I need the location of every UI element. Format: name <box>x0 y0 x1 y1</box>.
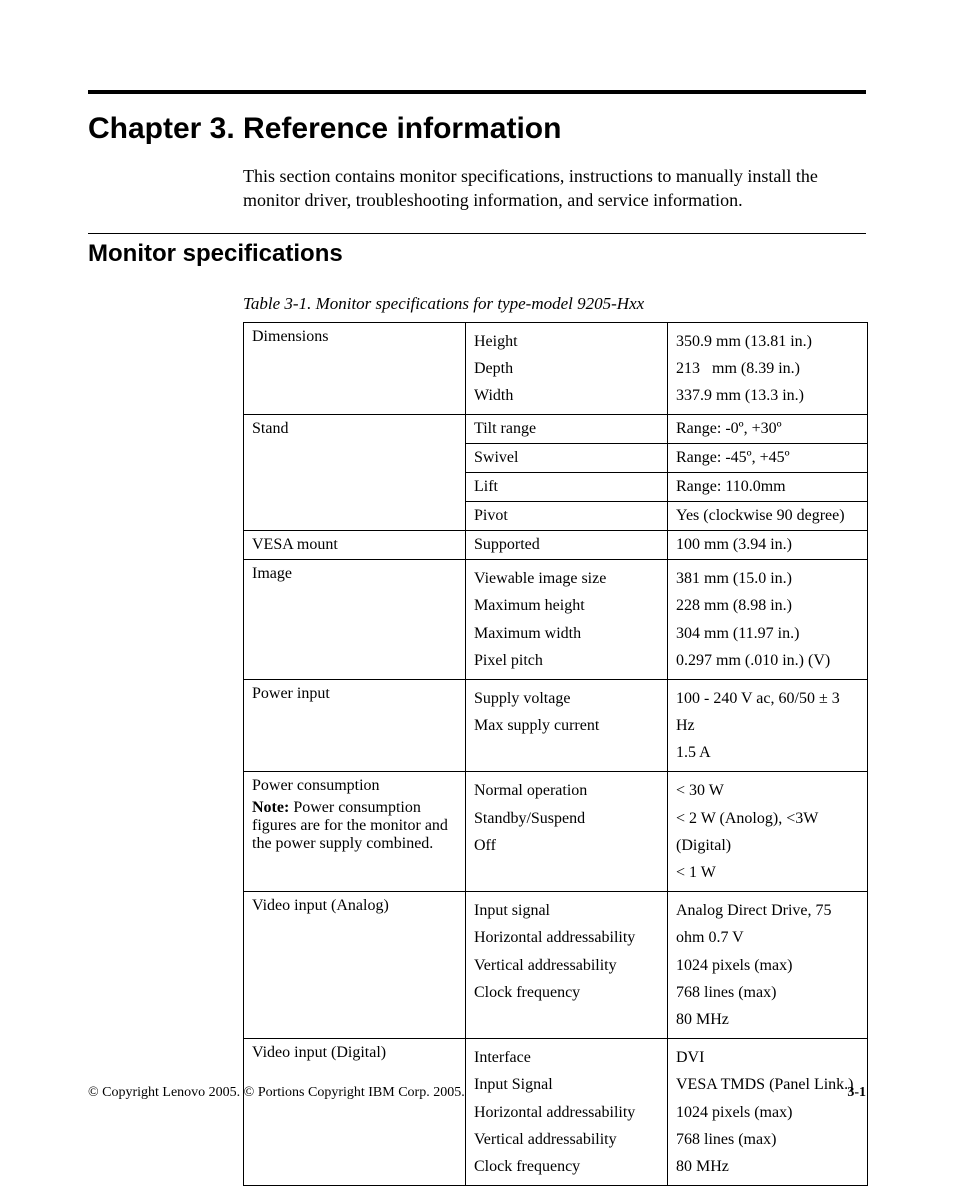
spec-prop-line: Clock frequency <box>474 1153 659 1180</box>
specifications-table: Dimensions Height Depth Width 350.9 mm (… <box>243 322 868 1186</box>
spec-prop-line: Horizontal addressability <box>474 924 659 951</box>
spec-value: 100 - 240 V ac, 60/50 ± 3 Hz 1.5 A <box>668 679 868 772</box>
spec-val-line: DVI <box>676 1044 859 1071</box>
spec-val-line: 304 mm (11.97 in.) <box>676 620 859 647</box>
spec-val-line: 80 MHz <box>676 1153 859 1180</box>
spec-prop-line: Horizontal addressability <box>474 1099 659 1126</box>
spec-val-line: 768 lines (max) <box>676 979 859 1006</box>
section-rule <box>88 233 866 234</box>
top-rule <box>88 90 866 94</box>
spec-prop-line: Max supply current <box>474 712 659 739</box>
table-row: Video input (Digital) Interface Input Si… <box>244 1039 868 1186</box>
spec-value: Yes (clockwise 90 degree) <box>668 502 868 531</box>
spec-value: 381 mm (15.0 in.) 228 mm (8.98 in.) 304 … <box>668 560 868 680</box>
spec-prop-line: Supply voltage <box>474 685 659 712</box>
spec-val-line: 0.297 mm (.010 in.) (V) <box>676 647 859 674</box>
spec-prop-line: Standby/Suspend <box>474 805 659 832</box>
spec-category: Video input (Digital) <box>244 1039 466 1186</box>
spec-val-line: 1024 pixels (max) <box>676 952 859 979</box>
spec-val-line: 100 - 240 V ac, 60/50 ± 3 Hz <box>676 685 859 739</box>
spec-prop-line: Viewable image size <box>474 565 659 592</box>
spec-val-line: 381 mm (15.0 in.) <box>676 565 859 592</box>
table-row: Stand Tilt range Range: -0º, +30º <box>244 415 868 444</box>
spec-val-line: < 1 W <box>676 859 859 886</box>
spec-value: Range: -45º, +45º <box>668 444 868 473</box>
spec-property: Interface Input Signal Horizontal addres… <box>466 1039 668 1186</box>
page-number: 3-1 <box>847 1085 866 1101</box>
section-title: Monitor specifications <box>88 240 866 268</box>
spec-value: Range: -0º, +30º <box>668 415 868 444</box>
table-row: Image Viewable image size Maximum height… <box>244 560 868 680</box>
spec-property: Tilt range <box>466 415 668 444</box>
spec-val-line: 213 mm (8.39 in.) <box>676 355 859 382</box>
spec-prop-line: Pixel pitch <box>474 647 659 674</box>
spec-val-line: 80 MHz <box>676 1006 859 1033</box>
spec-property: Supported <box>466 531 668 560</box>
document-page: Chapter 3. Reference information This se… <box>0 0 954 1135</box>
spec-prop-line: Vertical addressability <box>474 1126 659 1153</box>
spec-prop-line: Maximum height <box>474 592 659 619</box>
spec-property: Pivot <box>466 502 668 531</box>
spec-value: DVI VESA TMDS (Panel Link.) 1024 pixels … <box>668 1039 868 1186</box>
note-label: Note: <box>252 799 289 816</box>
spec-value: Range: 110.0mm <box>668 473 868 502</box>
table-row: Video input (Analog) Input signal Horizo… <box>244 892 868 1039</box>
spec-prop-line: Off <box>474 832 659 859</box>
spec-category: VESA mount <box>244 531 466 560</box>
spec-val-line: 228 mm (8.98 in.) <box>676 592 859 619</box>
spec-prop-line: Normal operation <box>474 777 659 804</box>
spec-val-line: Analog Direct Drive, 75 ohm 0.7 V <box>676 897 859 951</box>
spec-value: 350.9 mm (13.81 in.) 213 mm (8.39 in.) 3… <box>668 322 868 415</box>
spec-prop-line: Width <box>474 382 659 409</box>
table-row: Power input Supply voltage Max supply cu… <box>244 679 868 772</box>
spec-prop-line: Input signal <box>474 897 659 924</box>
spec-prop-line: Interface <box>474 1044 659 1071</box>
spec-value: < 30 W < 2 W (Anolog), <3W (Digital) < 1… <box>668 772 868 892</box>
chapter-title: Chapter 3. Reference information <box>88 112 866 146</box>
spec-property: Lift <box>466 473 668 502</box>
spec-category: Power input <box>244 679 466 772</box>
spec-val-line: 1024 pixels (max) <box>676 1099 859 1126</box>
spec-val-line: < 30 W <box>676 777 859 804</box>
spec-val-line: 337.9 mm (13.3 in.) <box>676 382 859 409</box>
copyright-text: © Copyright Lenovo 2005. © Portions Copy… <box>88 1085 465 1101</box>
table-row: Dimensions Height Depth Width 350.9 mm (… <box>244 322 868 415</box>
spec-val-line: 768 lines (max) <box>676 1126 859 1153</box>
spec-prop-line: Depth <box>474 355 659 382</box>
spec-category: Power consumption Note: Power consumptio… <box>244 772 466 892</box>
spec-property: Viewable image size Maximum height Maxim… <box>466 560 668 680</box>
spec-val-line: 1.5 A <box>676 739 859 766</box>
spec-property: Supply voltage Max supply current <box>466 679 668 772</box>
intro-paragraph: This section contains monitor specificat… <box>243 164 866 213</box>
table-row: Power consumption Note: Power consumptio… <box>244 772 868 892</box>
spec-val-line: < 2 W (Anolog), <3W (Digital) <box>676 805 859 859</box>
spec-val-line: 350.9 mm (13.81 in.) <box>676 328 859 355</box>
table-caption: Table 3-1. Monitor specifications for ty… <box>243 294 866 314</box>
spec-property: Height Depth Width <box>466 322 668 415</box>
spec-prop-line: Height <box>474 328 659 355</box>
spec-value: Analog Direct Drive, 75 ohm 0.7 V 1024 p… <box>668 892 868 1039</box>
page-footer: © Copyright Lenovo 2005. © Portions Copy… <box>88 1085 866 1101</box>
table-row: VESA mount Supported 100 mm (3.94 in.) <box>244 531 868 560</box>
spec-category: Image <box>244 560 466 680</box>
spec-prop-line: Maximum width <box>474 620 659 647</box>
spec-note: Note: Power consumption figures are for … <box>252 799 457 853</box>
spec-category: Stand <box>244 415 466 531</box>
spec-value: 100 mm (3.94 in.) <box>668 531 868 560</box>
spec-category: Dimensions <box>244 322 466 415</box>
spec-category: Video input (Analog) <box>244 892 466 1039</box>
spec-prop-line: Vertical addressability <box>474 952 659 979</box>
spec-property: Input signal Horizontal addressability V… <box>466 892 668 1039</box>
spec-prop-line: Clock frequency <box>474 979 659 1006</box>
spec-category-label: Power consumption <box>252 777 457 795</box>
spec-property: Normal operation Standby/Suspend Off <box>466 772 668 892</box>
spec-property: Swivel <box>466 444 668 473</box>
